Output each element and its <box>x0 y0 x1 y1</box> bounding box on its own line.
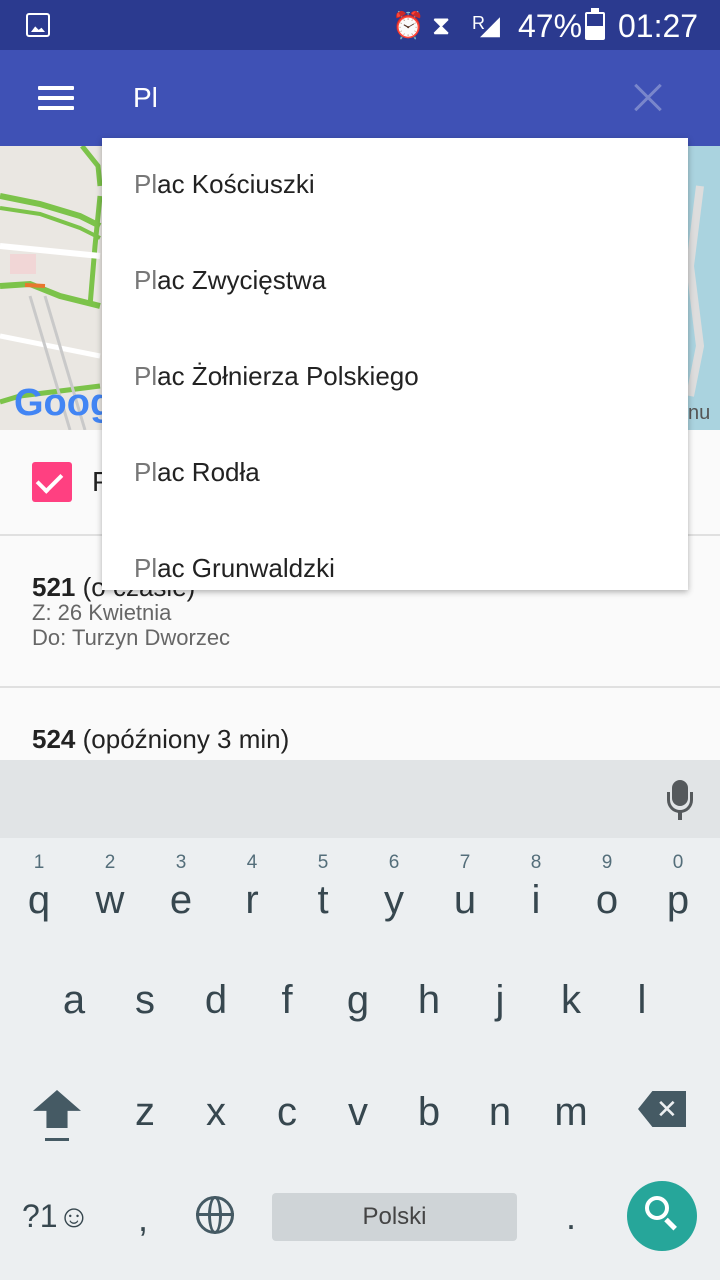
suggestion-rest: ac Żołnierza Polskiego <box>157 361 419 391</box>
microphone-icon[interactable] <box>667 780 693 820</box>
key-h[interactable]: h <box>399 978 459 1023</box>
close-icon[interactable] <box>632 82 664 114</box>
departure-line: 524 (opóźniony 3 min) <box>32 724 289 755</box>
suggestion-item[interactable]: Plac Zwycięstwa <box>134 265 326 296</box>
key-d[interactable]: d <box>186 978 246 1023</box>
comma-key[interactable]: , <box>138 1198 148 1240</box>
battery-percent: 47% <box>518 8 583 44</box>
space-key[interactable]: Polski <box>272 1193 517 1241</box>
image-notification-icon <box>26 13 50 37</box>
key-c[interactable]: c <box>257 1090 317 1135</box>
symbols-key[interactable]: ?1☺ <box>22 1198 90 1235</box>
key-f[interactable]: f <box>257 978 317 1023</box>
backspace-icon[interactable]: ✕ <box>638 1091 686 1127</box>
key-r[interactable]: 4r <box>222 852 282 928</box>
key-n[interactable]: n <box>470 1090 530 1135</box>
key-e[interactable]: 3e <box>151 852 211 928</box>
key-m[interactable]: m <box>541 1090 601 1135</box>
line-number: 524 <box>32 724 76 754</box>
suggestion-rest: ac Rodła <box>157 457 260 487</box>
key-t[interactable]: 5t <box>293 852 353 928</box>
departure-to: Do: Turzyn Dworzec <box>32 625 231 650</box>
period-key[interactable]: . <box>566 1196 576 1238</box>
key-b[interactable]: b <box>399 1090 459 1135</box>
suggestion-item[interactable]: Plac Kościuszki <box>134 169 315 200</box>
suggestion-rest: ac Kościuszki <box>157 169 315 199</box>
key-q[interactable]: 1q <box>9 852 69 928</box>
suggestion-item[interactable]: Plac Grunwaldzki <box>134 553 335 584</box>
status-bar: ⏰ ⧗ R ◢ 47% 01:27 <box>0 0 720 50</box>
key-l[interactable]: l <box>612 978 672 1023</box>
departure-from: Z: 26 Kwietnia <box>32 600 172 625</box>
battery-icon <box>585 8 605 40</box>
app-bar: Pl <box>0 50 720 146</box>
cell-signal-icon: ◢ <box>480 10 500 40</box>
key-w[interactable]: 2w <box>80 852 140 928</box>
departure-status: (opóźniony 3 min) <box>82 724 290 754</box>
key-k[interactable]: k <box>541 978 601 1023</box>
suggestion-match: Pl <box>134 265 158 295</box>
suggestion-match: Pl <box>134 361 158 391</box>
search-button[interactable] <box>627 1181 697 1251</box>
globe-icon[interactable] <box>196 1196 234 1234</box>
suggestion-match: Pl <box>134 457 158 487</box>
departure-item[interactable]: 524 (opóźniony 3 min) <box>0 688 720 760</box>
suggestion-rest: ac Grunwaldzki <box>157 553 335 583</box>
key-x[interactable]: x <box>186 1090 246 1135</box>
key-p[interactable]: 0p <box>648 852 708 928</box>
suggestion-item[interactable]: Plac Żołnierza Polskiego <box>134 361 419 392</box>
filter-checkbox[interactable] <box>32 462 72 502</box>
key-i[interactable]: 8i <box>506 852 566 928</box>
key-g[interactable]: g <box>328 978 388 1023</box>
key-a[interactable]: a <box>44 978 104 1023</box>
key-j[interactable]: j <box>470 978 530 1023</box>
search-icon <box>645 1196 669 1220</box>
key-u[interactable]: 7u <box>435 852 495 928</box>
suggestion-strip <box>0 760 720 838</box>
suggestions-dropdown: Plac Kościuszki Plac Zwycięstwa Plac Żoł… <box>102 138 688 590</box>
google-logo-text: Goog <box>14 382 114 424</box>
key-s[interactable]: s <box>115 978 175 1023</box>
line-number: 521 <box>32 572 76 602</box>
key-v[interactable]: v <box>328 1090 388 1135</box>
key-o[interactable]: 9o <box>577 852 637 928</box>
suggestion-item[interactable]: Plac Rodła <box>134 457 260 488</box>
status-time: 01:27 <box>618 8 699 44</box>
wifi-icon: ⧗ <box>432 10 451 40</box>
keyboard: 1q 2w 3e 4r 5t 6y 7u 8i 9o 0p a s d f g … <box>0 760 720 1280</box>
suggestion-rest: ac Zwycięstwa <box>157 265 327 295</box>
key-z[interactable]: z <box>115 1090 175 1135</box>
suggestion-match: Pl <box>134 553 158 583</box>
map-attribution[interactable]: nu <box>688 402 710 425</box>
alarm-icon: ⏰ <box>392 10 425 40</box>
suggestion-match: Pl <box>134 169 158 199</box>
key-y[interactable]: 6y <box>364 852 424 928</box>
search-input[interactable]: Pl <box>133 80 158 116</box>
google-logo: Goog <box>14 382 113 425</box>
menu-icon[interactable] <box>38 86 74 110</box>
shift-key[interactable] <box>33 1090 81 1142</box>
